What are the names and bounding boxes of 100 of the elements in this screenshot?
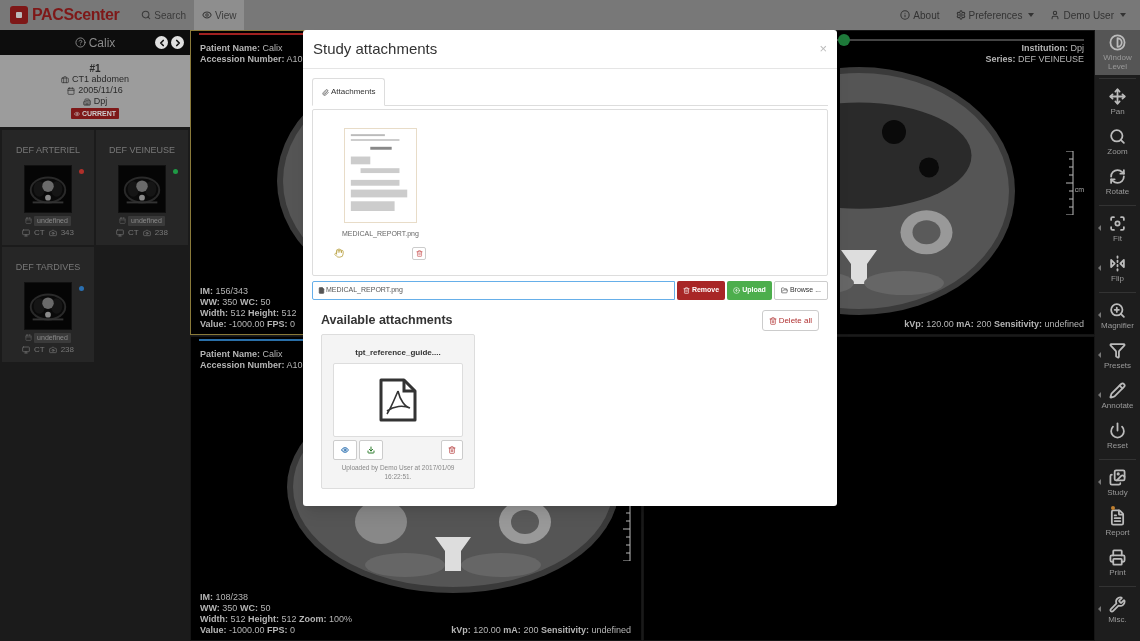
calendar-icon [25,334,33,341]
tool-button[interactable]: Presets [1099,336,1136,376]
folder-icon [780,287,788,294]
nav-item[interactable]: View [194,0,245,30]
tab[interactable]: Attachments [312,78,386,106]
overlay-info: Patient Name: Calix [200,349,283,360]
tool-button[interactable]: Fit [1099,209,1136,249]
move-arrows-icon [1109,88,1126,105]
study-date: 2005/11/16 [78,85,123,96]
logo-icon [10,6,28,24]
scale-ruler-drawing [1065,151,1074,215]
overlay-info: IM: 108/238 [200,592,249,603]
tool-button[interactable]: Study [1099,463,1136,503]
user-icon [1050,10,1061,20]
submenu-caret-icon [1098,606,1101,612]
tool-button[interactable]: Magnifier [1099,296,1136,336]
file-icon [318,287,325,294]
info-icon [900,10,911,20]
pdf-file-icon [379,378,417,422]
images-icon [1109,469,1126,486]
tool-button[interactable]: Reset [1099,416,1136,456]
tool-button[interactable]: Pan [1099,82,1136,122]
overlay-info: IM: 156/343 [200,286,249,297]
image-count: 343 [60,226,74,239]
trash-icon [448,446,456,454]
image-count: 238 [154,226,168,239]
zoom-in-icon [1109,302,1126,319]
trash-icon [768,316,777,325]
monitor-icon [22,345,30,354]
camera-icon [48,345,57,354]
tools-icon [1109,596,1126,613]
attachment-preview[interactable] [333,363,463,437]
tool-button[interactable]: Misc. [1099,590,1136,630]
submenu-caret-icon [1098,352,1101,358]
tool-button[interactable]: Print [1099,543,1136,583]
study-number: #1 [89,63,101,74]
series-title: DEF TARDIVES [15,261,81,274]
submenu-caret-icon [1098,225,1101,231]
study-description: CT1 abdomen [71,74,129,85]
search-icon [141,10,152,20]
eye-icon [202,10,212,20]
delete-all-button[interactable]: Delete all [761,310,819,331]
overlay-info: Series: DEF VEINEUSE [985,54,1084,65]
tool-button[interactable]: Zoom [1099,122,1136,162]
submenu-caret-icon [1098,312,1101,318]
overlay-info: kVp: 120.00 mA: 200 Sensitivity: undefined [451,625,631,636]
tool-button[interactable]: Flip [1099,249,1136,289]
overlay-info: Accession Number: A10 [200,54,303,65]
search-icon [1109,128,1126,145]
view-button[interactable] [333,440,357,460]
previous-button[interactable] [155,36,168,49]
overlay-info: Width: 512 Height: 512 Zoom: 100% [200,614,353,625]
focus-frame-icon [1109,215,1126,232]
building-icon [82,97,91,106]
calendar-icon [25,217,33,224]
power-icon [1109,422,1126,439]
monitor-icon [22,228,30,237]
next-button[interactable] [171,36,184,49]
printer-icon [1109,549,1126,566]
slider-thumb[interactable] [838,34,851,46]
monitor-icon [116,228,124,237]
download-button[interactable] [359,440,383,460]
tool-button[interactable]: Annotate [1099,376,1136,416]
eye-icon [341,446,349,454]
attachment-name: tpt_reference_guide.... [355,347,441,359]
dialog-title: Study attachments [313,38,439,59]
series-title: DEF ARTERIEL [16,144,80,157]
patient-name: Calix [88,34,116,52]
hand-icon [334,248,344,258]
trash-icon [682,287,690,294]
delete-button[interactable] [412,246,426,260]
tool-button[interactable]: Rotate [1099,162,1136,202]
paperclip-icon [322,88,329,96]
tool-button[interactable]: Report [1099,503,1136,543]
trash-icon [415,249,423,257]
overlay-info: kVp: 120.00 mA: 200 Sensitivity: undefined [904,319,1084,330]
caret-icon [1120,13,1126,17]
overlay-info: WW: 350 WC: 50 [200,297,271,308]
briefcase-icon [60,75,69,84]
overlay-info: Patient Name: Calix [200,43,283,54]
overlay-info: Value: -1000.00 FPS: 0 [200,319,296,330]
institution: Dpj [93,96,108,107]
modality: CT [34,343,45,356]
contrast-icon [1109,34,1126,51]
document-icon [1109,509,1126,526]
modality: CT [34,226,45,239]
series-title: DEF VEINEUSE [109,144,175,157]
funnel-icon [1109,342,1126,359]
rotate-icon [1109,168,1126,185]
camera-icon [142,228,151,237]
calendar-icon [67,86,76,95]
submenu-caret-icon [1098,479,1101,485]
flip-icon [1109,255,1126,272]
delete-button[interactable] [441,440,463,460]
image-count: 238 [60,343,74,356]
gear-icon [955,10,966,20]
help-icon [74,37,86,48]
overlay-info: Value: -1000.00 FPS: 0 [200,625,296,636]
calendar-icon [119,217,127,224]
modality: CT [128,226,139,239]
